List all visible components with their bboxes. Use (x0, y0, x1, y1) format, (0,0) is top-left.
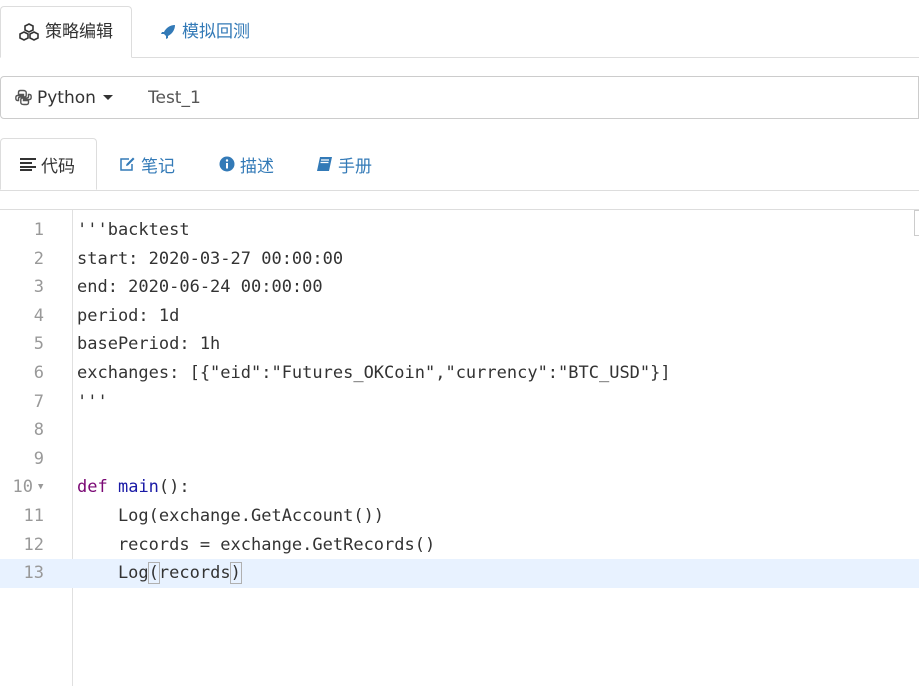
line-number: 6 (33, 362, 44, 383)
code-line[interactable]: 9 (0, 445, 919, 474)
tab-strategy-edit[interactable]: 策略编辑 (0, 6, 132, 58)
line-number: 12 (23, 534, 44, 555)
line-text: Log(exchange.GetAccount()) (77, 505, 385, 526)
line-rest: (): (158, 477, 190, 498)
line-text: basePeriod: 1h (77, 334, 221, 355)
line-text: ''' (77, 391, 108, 412)
info-icon (219, 156, 235, 172)
keyword-def: def (77, 477, 108, 498)
language-dropdown[interactable]: Python (0, 76, 134, 119)
line-text: exchanges: [{"eid":"Futures_OKCoin","cur… (77, 362, 671, 383)
code-line[interactable]: 10 ▼ def main(): (0, 473, 919, 502)
strategy-name-input[interactable] (133, 76, 919, 119)
caret-down-icon (102, 95, 113, 100)
line-prefix: Log (77, 563, 149, 584)
code-line[interactable]: 5 basePeriod: 1h (0, 330, 919, 359)
cubes-icon (19, 23, 39, 41)
line-number: 11 (23, 505, 44, 526)
code-editor[interactable]: 1 '''backtest 2 start: 2020-03-27 00:00:… (0, 209, 919, 686)
code-line-active[interactable]: 13 Log(records) (0, 559, 919, 588)
code-line[interactable]: 3 end: 2020-06-24 00:00:00 (0, 273, 919, 302)
line-number: 2 (33, 248, 44, 269)
code-line[interactable]: 6 exchanges: [{"eid":"Futures_OKCoin","c… (0, 359, 919, 388)
code-line[interactable]: 8 (0, 416, 919, 445)
close-paren-match: ) (229, 562, 242, 585)
rocket-icon (160, 24, 176, 40)
line-number: 13 (23, 563, 44, 584)
line-number: 10 (12, 477, 33, 498)
tab-manual[interactable]: 手册 (316, 138, 372, 190)
call-argument: records (158, 563, 231, 584)
code-line[interactable]: 1 '''backtest (0, 216, 919, 245)
code-line[interactable]: 12 records = exchange.GetRecords() (0, 531, 919, 560)
line-number: 7 (33, 391, 44, 412)
line-number: 8 (33, 420, 44, 441)
function-name: main (117, 477, 159, 498)
line-number: 5 (33, 334, 44, 355)
language-label: Python (37, 87, 96, 108)
line-text: Log(records) (77, 559, 242, 588)
tab-notes[interactable]: 笔记 (119, 138, 175, 190)
fold-arrow-icon[interactable]: ▼ (38, 473, 43, 502)
tab-backtest[interactable]: 模拟回测 (142, 6, 268, 58)
text-cursor (240, 563, 242, 584)
line-number: 9 (33, 448, 44, 469)
tab-description[interactable]: 描述 (219, 138, 274, 190)
code-line[interactable]: 4 period: 1d (0, 302, 919, 331)
line-text: def main(): (77, 473, 190, 502)
code-line[interactable]: 11 Log(exchange.GetAccount()) (0, 502, 919, 531)
code-line[interactable]: 7 ''' (0, 388, 919, 417)
tab-strategy-edit-label: 策略编辑 (45, 22, 113, 42)
code-lines: 1 '''backtest 2 start: 2020-03-27 00:00:… (0, 216, 919, 588)
tab-code-label: 代码 (41, 156, 75, 177)
tab-notes-label: 笔记 (141, 156, 175, 177)
line-number: 3 (33, 277, 44, 298)
code-line[interactable]: 2 start: 2020-03-27 00:00:00 (0, 245, 919, 274)
line-text: period: 1d (77, 305, 180, 326)
tab-backtest-label: 模拟回测 (182, 22, 250, 42)
line-text: '''backtest (77, 220, 190, 240)
book-icon (316, 156, 333, 172)
line-text: records = exchange.GetRecords() (77, 534, 436, 555)
list-icon (20, 157, 36, 171)
open-paren-match: ( (147, 562, 160, 585)
tab-code[interactable]: 代码 (0, 138, 97, 190)
line-text: end: 2020-06-24 00:00:00 (77, 277, 323, 298)
line-number: 1 (33, 220, 44, 240)
line-number: 4 (33, 305, 44, 326)
tab-manual-label: 手册 (338, 156, 372, 177)
strategy-header-row: Python (0, 76, 919, 119)
top-tab-bar: 策略编辑 模拟回测 (0, 0, 919, 58)
line-text: start: 2020-03-27 00:00:00 (77, 248, 344, 269)
edit-icon (119, 156, 136, 172)
tab-description-label: 描述 (240, 156, 274, 177)
python-icon (15, 89, 32, 106)
editor-tab-bar: 代码 笔记 描述 手册 (0, 138, 919, 191)
